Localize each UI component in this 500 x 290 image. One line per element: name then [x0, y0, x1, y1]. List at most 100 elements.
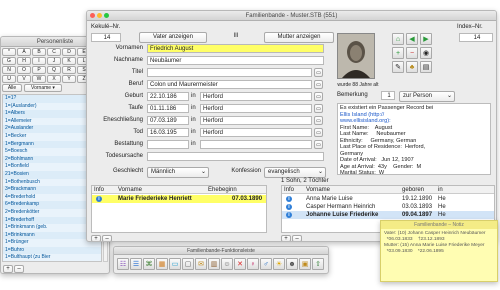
alpha-btn[interactable]: J: [47, 57, 61, 65]
tod-place[interactable]: Herford: [200, 128, 312, 137]
geschlecht-select[interactable]: Männlich ⌄: [147, 167, 209, 178]
beruf-picker-button[interactable]: ▭: [314, 80, 323, 89]
info-icon[interactable]: i: [286, 196, 292, 202]
tree-icon[interactable]: ⌘: [143, 258, 155, 270]
sticky-text[interactable]: Vater: (10) Johann Casper Heinrich Neubä…: [381, 229, 497, 257]
home-icon[interactable]: ⌂: [392, 33, 404, 45]
column-vorname[interactable]: Vorname ▾: [24, 84, 62, 92]
add-person-button[interactable]: +: [3, 265, 13, 273]
person-icon[interactable]: ☺: [221, 258, 233, 270]
list-item[interactable]: 1=Bulthaupt (zu Bier: [3, 254, 101, 261]
remove-spouse-button[interactable]: –: [102, 235, 112, 241]
geburt-date[interactable]: 22.10.186: [147, 92, 189, 101]
alpha-btn[interactable]: Q: [47, 66, 61, 74]
remove-person-button[interactable]: –: [14, 265, 24, 273]
chart-icon[interactable]: ▦: [156, 258, 168, 270]
child-row[interactable]: i Casper Hermann Heinrich 03.03.1893 He: [282, 203, 494, 211]
child-row-selected[interactable]: i Johanne Luise Friederike 09.04.1897 He: [282, 211, 494, 219]
ehe-date[interactable]: 07.03.189: [147, 116, 189, 125]
kekule-field[interactable]: 14: [91, 33, 121, 42]
add-green-icon[interactable]: +: [392, 47, 404, 59]
person-photo[interactable]: [337, 33, 375, 79]
book-icon[interactable]: ▥: [208, 258, 220, 270]
alpha-btn[interactable]: I: [32, 57, 46, 65]
child-row[interactable]: i Anna Marie Luise 19.12.1890 He: [282, 195, 494, 203]
tod-place-picker[interactable]: ▭: [314, 128, 323, 137]
family-tree-icon[interactable]: ♣: [406, 61, 418, 73]
alpha-btn[interactable]: C: [47, 48, 61, 56]
female-icon[interactable]: ♀: [247, 258, 259, 270]
alpha-btn[interactable]: *: [2, 48, 16, 56]
bestattung-date[interactable]: [147, 140, 189, 149]
titel-picker-button[interactable]: ▭: [314, 68, 323, 77]
alpha-btn[interactable]: A: [17, 48, 31, 56]
list-icon[interactable]: ☰: [130, 258, 142, 270]
male-icon[interactable]: ♂: [260, 258, 272, 270]
window-icon[interactable]: ▢: [182, 258, 194, 270]
info-icon[interactable]: i: [286, 204, 292, 210]
alpha-btn[interactable]: W: [32, 75, 46, 83]
alpha-btn[interactable]: H: [17, 57, 31, 65]
arrow-right-icon[interactable]: ▶: [420, 33, 432, 45]
beruf-field[interactable]: Colon und Maurermeister: [147, 80, 312, 89]
group-icon[interactable]: ☻: [286, 258, 298, 270]
ehe-place-picker[interactable]: ▭: [314, 116, 323, 125]
taufe-place-picker[interactable]: ▭: [314, 104, 323, 113]
alpha-btn[interactable]: O: [17, 66, 31, 74]
tod-date[interactable]: 16.03.195: [147, 128, 189, 137]
alpha-btn[interactable]: D: [62, 48, 76, 56]
family-icon[interactable]: ☷: [117, 258, 129, 270]
titel-field[interactable]: [147, 68, 312, 77]
bestattung-place[interactable]: [200, 140, 312, 149]
info-icon[interactable]: i: [96, 196, 102, 202]
minimize-button[interactable]: [97, 13, 102, 18]
alpha-btn[interactable]: N: [2, 66, 16, 74]
zoom-button[interactable]: [104, 13, 109, 18]
taufe-place[interactable]: Herford: [200, 104, 312, 113]
zur-person-select[interactable]: zur Person ⌄: [399, 91, 455, 102]
taufe-date[interactable]: 01.11.186: [147, 104, 189, 113]
filter-select[interactable]: Alle: [2, 84, 22, 92]
note-icon[interactable]: ✉: [195, 258, 207, 270]
index-field[interactable]: 14: [459, 33, 493, 42]
arrow-left-icon[interactable]: ◀: [406, 33, 418, 45]
todesursache-field[interactable]: [147, 152, 324, 161]
eye-icon[interactable]: ◉: [420, 47, 432, 59]
alpha-btn[interactable]: P: [32, 66, 46, 74]
mutter-anzeigen-button[interactable]: Mutter anzeigen: [264, 32, 334, 43]
folder-icon[interactable]: ▣: [299, 258, 311, 270]
close-x-icon[interactable]: ✕: [234, 258, 246, 270]
edit-icon[interactable]: ✎: [392, 61, 404, 73]
alpha-btn[interactable]: K: [62, 57, 76, 65]
alpha-btn[interactable]: Y: [62, 75, 76, 83]
remove-child-button[interactable]: –: [292, 235, 302, 241]
vater-anzeigen-button[interactable]: Vater anzeigen: [139, 32, 207, 43]
remark-text[interactable]: Es existiert ein Passenger Record bei Ell…: [337, 103, 491, 175]
display-icon[interactable]: ▭: [169, 258, 181, 270]
nav-button-grid: ⌂ ◀ ▶ + − ◉ ✎ ♣ ▤: [392, 33, 452, 87]
delete-red-icon[interactable]: −: [406, 47, 418, 59]
alpha-btn[interactable]: U: [2, 75, 16, 83]
geburt-place-picker[interactable]: ▭: [314, 92, 323, 101]
list-item[interactable]: 1=Buhro: [3, 246, 101, 255]
bemerkung-count[interactable]: 1: [381, 91, 395, 100]
alpha-btn[interactable]: V: [17, 75, 31, 83]
lightbulb-icon[interactable]: ☀: [273, 258, 285, 270]
nachname-field[interactable]: Neubäumer: [147, 56, 324, 65]
print-icon[interactable]: ▤: [420, 61, 432, 73]
alpha-btn[interactable]: X: [47, 75, 61, 83]
bestattung-place-picker[interactable]: ▭: [314, 140, 323, 149]
add-spouse-button[interactable]: +: [91, 235, 101, 241]
spouse-row[interactable]: i Marie Friederieke Henriett 07.03.1890: [92, 195, 266, 203]
alpha-btn[interactable]: G: [2, 57, 16, 65]
export-icon[interactable]: ⇧: [312, 258, 324, 270]
sticky-note-window[interactable]: Familienbande – Notiz Vater: (10) Johann…: [380, 220, 498, 282]
close-button[interactable]: [90, 13, 95, 18]
info-icon[interactable]: i: [286, 212, 292, 218]
alpha-btn[interactable]: R: [62, 66, 76, 74]
add-child-button[interactable]: +: [281, 235, 291, 241]
alpha-btn[interactable]: B: [32, 48, 46, 56]
vorname-field[interactable]: Friedrich August: [147, 44, 324, 53]
ehe-place[interactable]: Herford: [200, 116, 312, 125]
geburt-place[interactable]: Herford: [200, 92, 312, 101]
